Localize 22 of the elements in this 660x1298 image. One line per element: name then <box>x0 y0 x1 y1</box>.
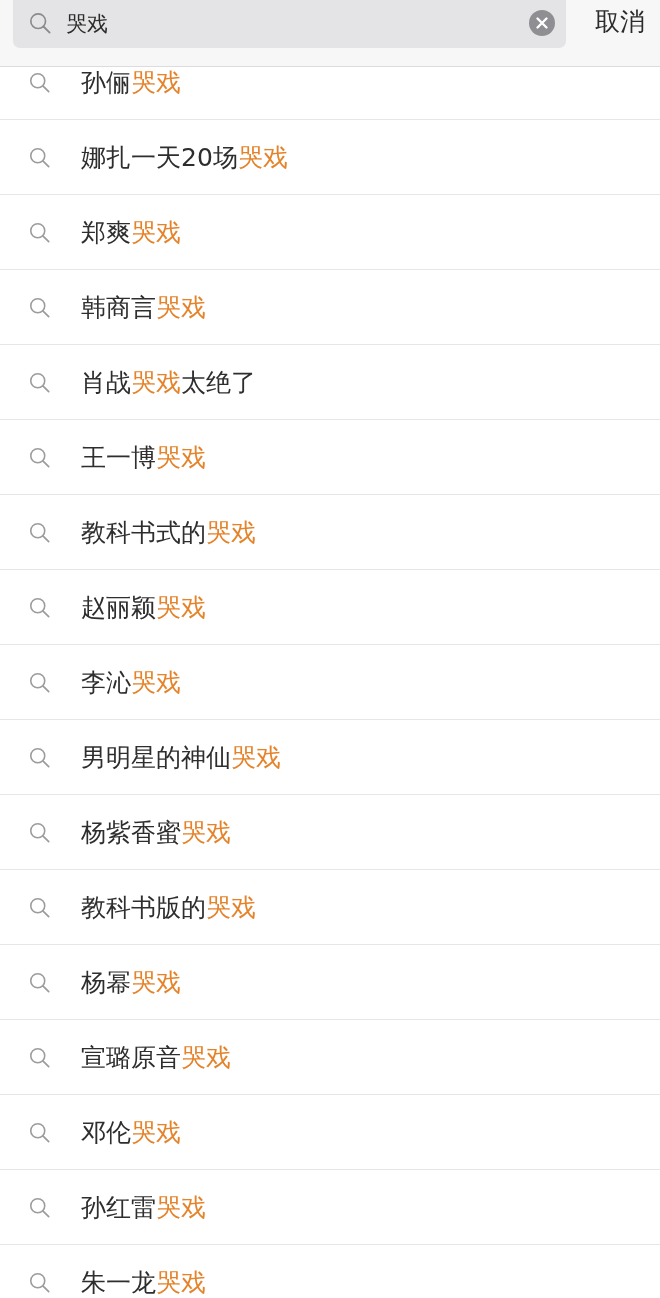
suggestion-item[interactable]: 孙俪哭戏 <box>0 67 660 120</box>
search-icon <box>29 1271 50 1293</box>
search-icon <box>29 971 50 993</box>
search-icon <box>29 1121 50 1143</box>
cancel-button[interactable]: 取消 <box>595 4 645 40</box>
search-icon <box>29 1196 50 1218</box>
clear-icon[interactable] <box>529 10 555 36</box>
search-icon <box>29 596 50 618</box>
search-icon <box>29 221 50 243</box>
search-icon <box>29 746 50 768</box>
search-icon <box>29 671 50 693</box>
search-icon <box>29 296 50 318</box>
search-icon <box>29 446 50 468</box>
search-icon <box>29 371 50 393</box>
search-icon <box>29 146 50 168</box>
search-icon <box>29 896 50 918</box>
search-icon <box>29 521 50 543</box>
search-field[interactable]: 哭戏 <box>13 0 566 48</box>
search-icon <box>29 71 50 93</box>
search-icon <box>29 821 50 843</box>
search-icon <box>29 1046 50 1068</box>
search-icon <box>29 12 51 34</box>
